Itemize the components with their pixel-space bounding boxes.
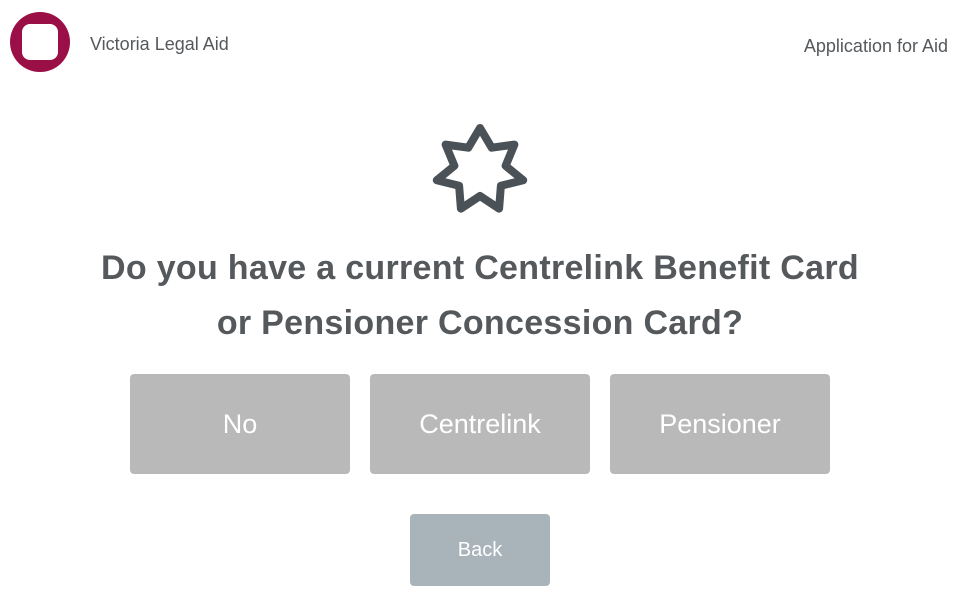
back-button[interactable]: Back xyxy=(410,514,550,586)
star-outline xyxy=(432,124,528,213)
vla-logo xyxy=(10,12,70,72)
option-no-button[interactable]: No xyxy=(130,374,350,474)
org-name: Victoria Legal Aid xyxy=(90,34,229,54)
logo-inner-square xyxy=(22,24,58,60)
page-label: Application for Aid xyxy=(803,36,948,56)
option-pensioner-button[interactable]: Pensioner xyxy=(610,374,830,474)
asterisk-star-icon xyxy=(432,124,528,213)
option-centrelink-button[interactable]: Centrelink xyxy=(370,374,590,474)
question-heading: Do you have a current Centrelink Benefit… xyxy=(101,249,859,342)
